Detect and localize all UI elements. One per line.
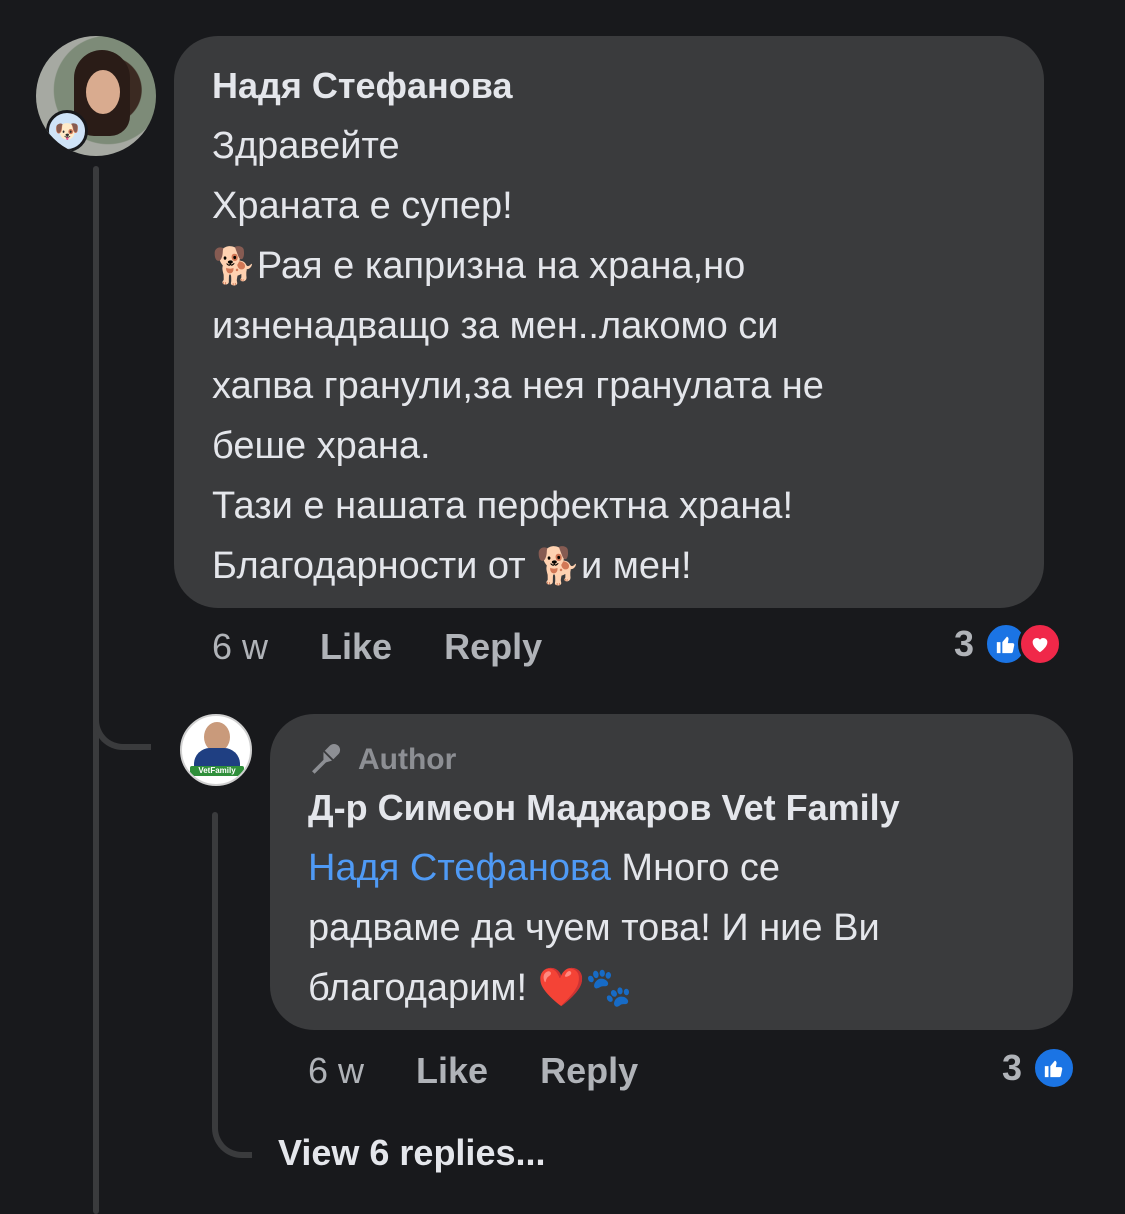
reply-thread-line: [212, 812, 218, 1112]
comment-line: изненадващо за мен..лакомо си: [212, 305, 779, 347]
paw-prints-emoji-icon: 🐾: [584, 967, 633, 1009]
comment-bubble: Надя Стефанова Здравейте Храната е супер…: [174, 36, 1044, 608]
reaction-summary[interactable]: 3: [1002, 1046, 1077, 1090]
profile-frame-badge-icon: 🐶: [46, 110, 88, 152]
comment-line: Рая е капризна на храна,но: [256, 245, 746, 287]
like-icon: [1032, 1046, 1077, 1090]
microphone-icon: [308, 742, 344, 778]
comment-line: хапва гранули,за нея гранулата не: [212, 365, 824, 407]
reply-text: Надя Стефанова Много се радваме да чуем …: [308, 838, 1035, 1018]
reaction-count: 3: [1002, 1047, 1023, 1088]
thread-connector: [93, 700, 151, 750]
view-replies-link[interactable]: View 6 replies...: [278, 1132, 546, 1174]
like-button[interactable]: Like: [320, 626, 392, 668]
mention-link[interactable]: Надя Стефанова: [308, 847, 611, 889]
dog-emoji-icon: 🐕: [212, 245, 257, 286]
comment-line: Храната е супер!: [212, 185, 513, 227]
avatar[interactable]: VetFamily: [180, 714, 252, 786]
avatar[interactable]: 🐶: [36, 36, 156, 156]
love-icon: [1018, 622, 1063, 666]
comment-thread: 🐶 Надя Стефанова Здравейте Храната е суп…: [0, 0, 1125, 1214]
reply-button[interactable]: Reply: [444, 626, 542, 668]
comment-timestamp[interactable]: 6 w: [212, 626, 268, 668]
comment-line: Здравейте: [212, 125, 400, 167]
reaction-count: 3: [954, 623, 975, 664]
reply-button[interactable]: Reply: [540, 1050, 638, 1092]
reply-timestamp[interactable]: 6 w: [308, 1050, 364, 1092]
reply-author-name[interactable]: Д-р Симеон Маджаров Vet Family: [308, 786, 1035, 830]
comment-line: Тази е нашата перфектна храна!: [212, 485, 794, 527]
thread-line: [93, 166, 99, 1214]
heart-emoji-icon: ❤️: [537, 967, 585, 1009]
reply-line: благодарим!: [308, 967, 528, 1009]
dog-emoji-icon: 🐕: [536, 545, 581, 586]
reaction-summary[interactable]: 3: [954, 622, 1063, 666]
comment-line: беше храна.: [212, 425, 431, 467]
reply-thread-connector: [212, 1100, 252, 1158]
author-badge-label: Author: [358, 743, 457, 776]
comment-line: Благодарности от: [212, 545, 526, 587]
comment-text: Здравейте Храната е супер! 🐕Рая е каприз…: [212, 116, 1006, 596]
comment-author-name[interactable]: Надя Стефанова: [212, 64, 1006, 108]
reply-bubble: Author Д-р Симеон Маджаров Vet Family На…: [270, 714, 1073, 1030]
reply-line: Много се: [610, 847, 781, 889]
comment-actions: 6 w Like Reply: [212, 626, 594, 668]
vet-family-logo: VetFamily: [190, 766, 244, 776]
reply-actions: 6 w Like Reply: [308, 1050, 690, 1092]
author-badge: Author: [308, 742, 1035, 778]
reply-line: радваме да чуем това! И ние Ви: [308, 907, 880, 949]
like-button[interactable]: Like: [416, 1050, 488, 1092]
comment-line: и мен!: [580, 545, 692, 587]
